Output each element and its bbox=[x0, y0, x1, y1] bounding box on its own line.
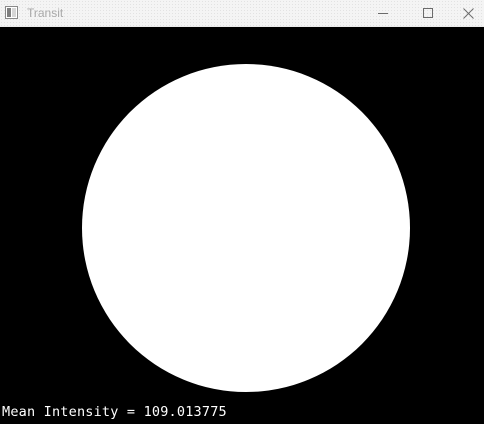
minimize-icon bbox=[378, 13, 388, 14]
minimize-button[interactable] bbox=[360, 0, 406, 26]
maximize-button[interactable] bbox=[405, 0, 451, 26]
app-window: Transit Mean Intensity = 109.013775 bbox=[0, 0, 484, 424]
white-circle bbox=[82, 64, 410, 392]
image-canvas: Mean Intensity = 109.013775 bbox=[0, 27, 484, 424]
app-window-icon bbox=[5, 6, 18, 19]
close-icon bbox=[463, 8, 474, 19]
mean-intensity-label: Mean Intensity = 109.013775 bbox=[2, 404, 227, 420]
title-bar[interactable]: Transit bbox=[0, 0, 484, 27]
window-title: Transit bbox=[27, 6, 64, 20]
close-button[interactable] bbox=[450, 0, 484, 26]
maximize-icon bbox=[423, 8, 433, 18]
